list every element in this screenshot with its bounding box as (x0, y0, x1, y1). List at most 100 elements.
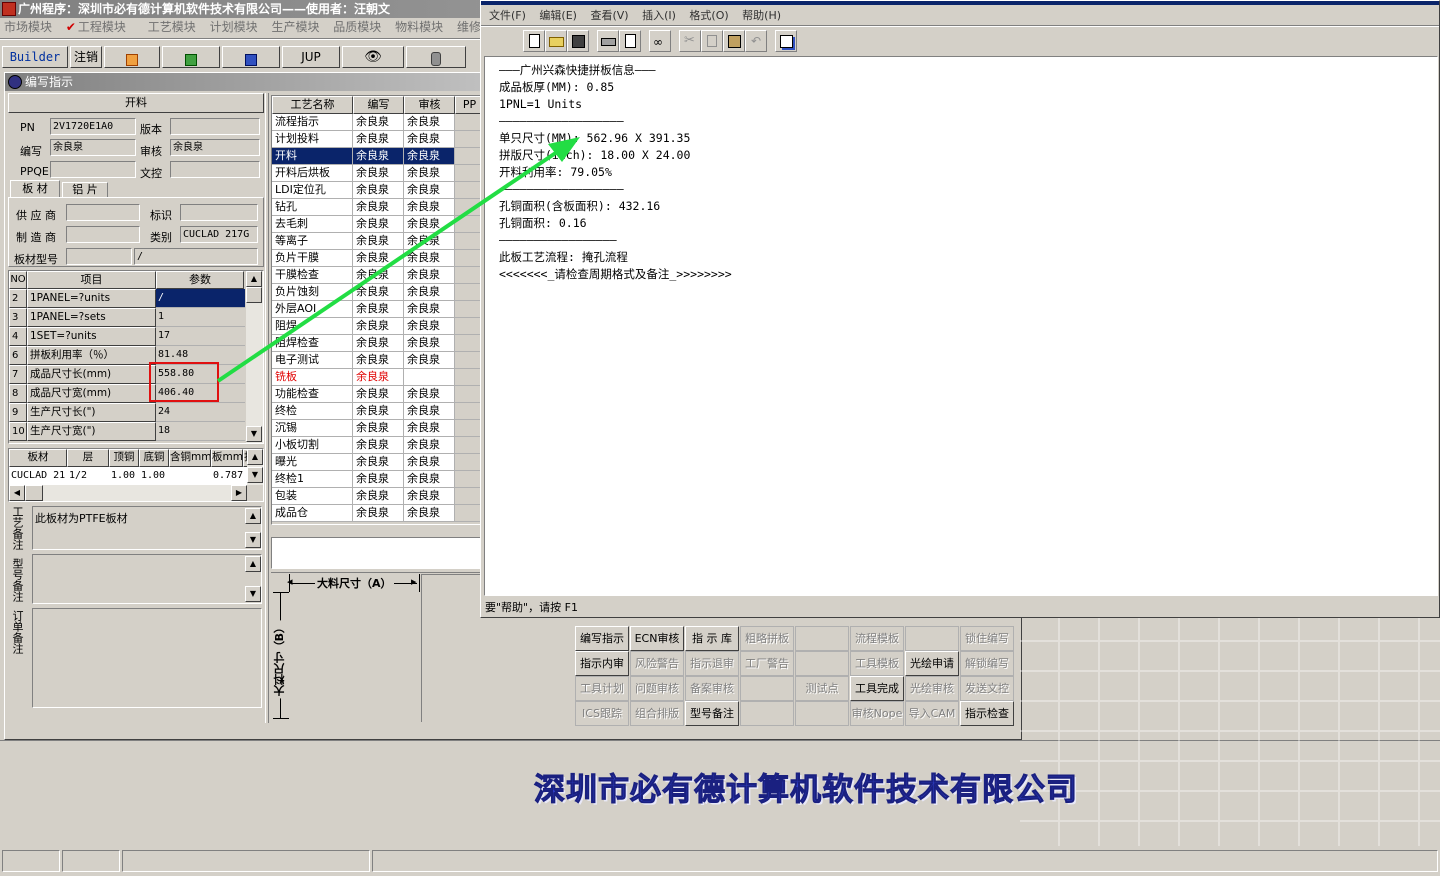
function-button[interactable]: 问题审核 (630, 676, 684, 701)
scroll-up-icon[interactable]: ▲ (245, 556, 261, 572)
mark-field[interactable] (180, 204, 258, 221)
param-row[interactable]: 10 生产尺寸宽(") 18 (9, 422, 245, 441)
scroll-left-icon[interactable]: ◀ (9, 485, 25, 501)
process-cell-pp[interactable] (455, 250, 482, 267)
process-cell-pp[interactable] (455, 284, 482, 301)
param-row-value[interactable]: 24 (156, 403, 245, 422)
scroll-up-icon[interactable]: ▲ (245, 508, 261, 524)
process-cell-writer[interactable]: 余良泉 (353, 131, 404, 148)
undo-button[interactable]: ↶ (745, 30, 767, 52)
function-button[interactable]: 光绘审核 (905, 676, 959, 701)
model-extra-field[interactable]: / (134, 248, 258, 265)
param-row[interactable]: 2 1PANEL=?units / (9, 289, 245, 308)
function-button[interactable]: 锁住编写 (960, 626, 1014, 651)
process-cell-writer[interactable]: 余良泉 (353, 454, 404, 471)
function-button[interactable]: 编写指示 (575, 626, 629, 651)
jup-button[interactable]: JUP (282, 46, 340, 68)
process-cell-pp[interactable] (455, 403, 482, 420)
preview-button[interactable] (619, 30, 641, 52)
process-cell-name[interactable]: 负片干膜 (272, 250, 353, 267)
function-button[interactable]: 指示退审 (685, 651, 739, 676)
process-row[interactable]: 小板切割 余良泉 余良泉 (272, 437, 482, 454)
process-cell-pp[interactable] (455, 386, 482, 403)
process-row[interactable]: 曝光 余良泉 余良泉 (272, 454, 482, 471)
process-cell-writer[interactable]: 余良泉 (353, 403, 404, 420)
function-button[interactable]: 组合排版 (630, 701, 684, 726)
process-cell-pp[interactable] (455, 148, 482, 165)
process-row[interactable]: 负片蚀刻 余良泉 余良泉 (272, 284, 482, 301)
paste-button[interactable] (723, 30, 745, 52)
process-cell-name[interactable]: 包装 (272, 488, 353, 505)
param-scrollbar[interactable]: ▲ ▼ (246, 271, 263, 443)
process-cell-pp[interactable] (455, 369, 482, 386)
writer-field[interactable]: 余良泉 (50, 139, 136, 156)
function-button[interactable]: 流程模板 (850, 626, 904, 651)
process-cell-name[interactable]: 功能检查 (272, 386, 353, 403)
process-cell-name[interactable]: 开料 (272, 148, 353, 165)
logout-button[interactable]: 注销 (70, 46, 102, 68)
function-button[interactable]: 工厂警告 (740, 651, 794, 676)
material-cell[interactable]: 1.00 (109, 467, 139, 485)
process-cell-writer[interactable]: 余良泉 (353, 369, 404, 386)
process-cell-reviewer[interactable]: 余良泉 (404, 199, 455, 216)
menu-file[interactable]: 文件(F) (489, 9, 526, 22)
function-button[interactable]: 测试点 (795, 676, 849, 701)
process-cell-reviewer[interactable]: 余良泉 (404, 250, 455, 267)
process-cell-writer[interactable]: 余良泉 (353, 284, 404, 301)
menu-format[interactable]: 格式(O) (689, 9, 728, 22)
function-button[interactable] (740, 676, 794, 701)
scroll-up-icon[interactable]: ▲ (246, 271, 262, 287)
scroll-up-icon[interactable]: ▲ (247, 449, 263, 465)
scroll-right-icon[interactable]: ▶ (231, 485, 247, 501)
save-button[interactable] (567, 30, 589, 52)
param-row[interactable]: 3 1PANEL=?sets 1 (9, 308, 245, 327)
category-field[interactable]: CUCLAD 217G (180, 226, 258, 243)
function-button[interactable]: 指示内审 (575, 651, 629, 676)
menu-insert[interactable]: 插入(I) (642, 9, 676, 22)
menu-process[interactable]: 工艺模块 (148, 20, 196, 34)
process-row[interactable]: 功能检查 余良泉 余良泉 (272, 386, 482, 403)
material-cell[interactable]: 0.787 (211, 467, 243, 485)
process-row[interactable]: 成品仓 余良泉 余良泉 (272, 505, 482, 522)
process-cell-name[interactable]: 终检1 (272, 471, 353, 488)
process-cell-name[interactable]: 去毛刺 (272, 216, 353, 233)
panel-splitter[interactable] (265, 93, 269, 723)
process-cell-pp[interactable] (455, 318, 482, 335)
process-cell-pp[interactable] (455, 335, 482, 352)
process-row[interactable]: 计划投料 余良泉 余良泉 (272, 131, 482, 148)
process-cell-reviewer[interactable]: 余良泉 (404, 403, 455, 420)
process-cell-pp[interactable] (455, 505, 482, 522)
process-cell-writer[interactable]: 余良泉 (353, 267, 404, 284)
process-cell-writer[interactable]: 余良泉 (353, 148, 404, 165)
menu-production[interactable]: 生产模块 (271, 20, 319, 34)
process-cell-name[interactable]: 等离子 (272, 233, 353, 250)
process-cell-reviewer[interactable]: 余良泉 (404, 216, 455, 233)
menu-plan[interactable]: 计划模块 (210, 20, 258, 34)
process-cell-pp[interactable] (455, 267, 482, 284)
function-button[interactable] (795, 651, 849, 676)
process-cell-pp[interactable] (455, 454, 482, 471)
tab-board-material[interactable]: 板 材 (10, 180, 60, 198)
process-cell-name[interactable]: 阻焊 (272, 318, 353, 335)
process-cell-pp[interactable] (455, 437, 482, 454)
open-button[interactable] (545, 30, 567, 52)
process-cell-writer[interactable]: 余良泉 (353, 437, 404, 454)
param-row-value[interactable]: / (156, 289, 245, 308)
model-remark-field[interactable]: ▲ ▼ (32, 554, 262, 604)
database-button[interactable] (406, 46, 466, 68)
process-cell-writer[interactable]: 余良泉 (353, 488, 404, 505)
process-row[interactable]: 流程指示 余良泉 余良泉 (272, 114, 482, 131)
process-cell-reviewer[interactable]: 余良泉 (404, 131, 455, 148)
material-vscroll[interactable]: ▲ ▼ (247, 449, 263, 485)
material-cell[interactable]: 1/2 (67, 467, 109, 485)
process-remark-field[interactable]: 此板材为PTFE板材 ▲ ▼ (32, 506, 262, 550)
param-row-value[interactable]: 1 (156, 308, 245, 327)
reviewer-field[interactable]: 余良泉 (170, 139, 260, 156)
function-button[interactable] (905, 626, 959, 651)
process-cell-reviewer[interactable]: 余良泉 (404, 182, 455, 199)
menu-view[interactable]: 查看(V) (590, 9, 628, 22)
param-row-value[interactable]: 17 (156, 327, 245, 346)
process-cell-writer[interactable]: 余良泉 (353, 318, 404, 335)
process-cell-writer[interactable]: 余良泉 (353, 386, 404, 403)
function-button[interactable]: 风险警告 (630, 651, 684, 676)
